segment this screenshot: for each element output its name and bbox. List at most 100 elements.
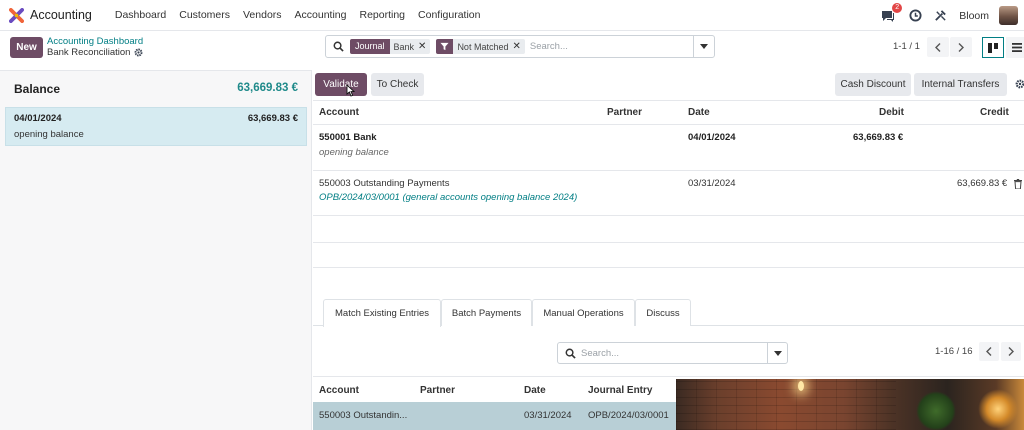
webcam-lamp [798, 381, 804, 391]
gear-icon[interactable] [134, 48, 143, 57]
new-button[interactable]: New [10, 37, 43, 58]
statement-line-label: opening balance [14, 129, 84, 140]
match-search-input[interactable] [581, 347, 751, 359]
top-navbar: Accounting Dashboard Customers Vendors A… [0, 0, 1024, 31]
facet-journal-value: Bank [393, 41, 415, 52]
match-pager-previous-button[interactable] [979, 342, 999, 361]
statement-line-date: 04/01/2024 [14, 113, 62, 124]
filter-icon [436, 39, 454, 54]
webcam-brick-wall [676, 379, 896, 430]
kanban-view-button[interactable] [982, 37, 1004, 58]
caret-down-icon [700, 44, 708, 49]
match-row-account: 550003 Outstandin... [319, 410, 408, 421]
entry-account: 550001 Bank [319, 132, 377, 143]
app-name[interactable]: Accounting [30, 8, 92, 22]
tab-batch-payments[interactable]: Batch Payments [441, 299, 532, 326]
chevron-right-icon [1008, 347, 1014, 356]
balance-label: Balance [14, 82, 61, 96]
caret-down-icon [773, 350, 782, 356]
breadcrumb-current-label: Bank Reconciliation [47, 47, 131, 58]
facet-journal-tag: Journal [350, 39, 390, 54]
chevron-left-icon [935, 42, 941, 52]
validate-button[interactable]: Validate [315, 73, 367, 96]
entry-credit: 63,669.83 € [957, 178, 1008, 189]
match-pager-value[interactable]: 1-16 / 16 [935, 346, 973, 357]
column-date: Date [524, 385, 546, 396]
column-partner: Partner [607, 107, 643, 118]
statement-line-amount: 63,669.83 € [247, 113, 298, 124]
column-account: Account [319, 107, 359, 118]
match-search-options-toggle[interactable] [767, 343, 787, 363]
list-view-button[interactable] [1006, 37, 1024, 58]
search-input[interactable] [529, 41, 680, 52]
trash-icon[interactable] [1014, 179, 1022, 189]
statement-line-card[interactable]: 04/01/2024 63,669.83 € opening balance [5, 107, 307, 146]
chevron-right-icon [958, 42, 964, 52]
facet-journal: Journal Bank ✕ [350, 39, 431, 54]
breadcrumb-parent[interactable]: Accounting Dashboard [47, 36, 143, 47]
balance-header: Balance 63,669.83 € [0, 70, 312, 104]
main-menu: Dashboard Customers Vendors Accounting R… [102, 9, 481, 21]
entry-label-link[interactable]: OPB/2024/03/0001 (general accounts openi… [319, 192, 577, 203]
entry-debit: 63,669.83 € [853, 132, 904, 143]
column-journal-entry: Journal Entry [588, 385, 653, 396]
search-icon [565, 348, 576, 359]
pager-previous-button[interactable] [927, 37, 949, 57]
match-search-bar [557, 342, 788, 364]
empty-row [313, 216, 1024, 243]
chevron-left-icon [986, 347, 992, 356]
webcam-plant [916, 391, 956, 430]
pager-value[interactable]: 1-1 / 1 [893, 41, 920, 52]
webcam-overlay [676, 379, 1024, 430]
breadcrumb-current: Bank Reconciliation [47, 47, 143, 58]
entry-date: 03/31/2024 [688, 178, 736, 189]
column-date: Date [688, 107, 710, 118]
messaging-menu[interactable]: 2 [881, 2, 903, 23]
tab-manual-operations[interactable]: Manual Operations [532, 299, 635, 326]
kanban-icon [988, 42, 998, 53]
menu-reporting[interactable]: Reporting [359, 9, 405, 21]
entry-account: 550003 Outstanding Payments [319, 178, 450, 189]
company-switcher[interactable]: Bloom [959, 10, 989, 22]
balance-amount: 63,669.83 € [237, 82, 298, 94]
accounting-app-icon[interactable] [9, 7, 24, 23]
facet-filter-remove-icon[interactable]: ✕ [512, 41, 524, 52]
match-row-date: 03/31/2024 [524, 410, 572, 421]
entry-label: opening balance [319, 147, 389, 158]
user-avatar[interactable] [999, 6, 1018, 25]
column-account: Account [319, 385, 359, 396]
facet-journal-remove-icon[interactable]: ✕ [418, 41, 430, 52]
search-options-toggle[interactable] [693, 36, 714, 57]
tab-match-existing-entries[interactable]: Match Existing Entries [323, 299, 441, 327]
reconcile-tabs: Match Existing Entries Batch Payments Ma… [313, 299, 1024, 327]
clock-activity-icon[interactable] [909, 9, 922, 22]
entry-row-bank[interactable]: 550001 Bank opening balance 04/01/2024 6… [313, 125, 1024, 171]
debug-tools-icon[interactable] [934, 9, 947, 22]
column-debit: Debit [879, 107, 904, 118]
column-partner: Partner [420, 385, 456, 396]
menu-customers[interactable]: Customers [179, 9, 230, 21]
menu-accounting[interactable]: Accounting [295, 9, 347, 21]
pager-next-button[interactable] [950, 37, 972, 57]
list-icon [1012, 43, 1022, 52]
webcam-light-glow [978, 389, 1018, 429]
cash-discount-button[interactable]: Cash Discount [835, 73, 911, 96]
settings-gear-icon[interactable] [1015, 79, 1024, 89]
menu-vendors[interactable]: Vendors [243, 9, 282, 21]
facet-filter: Not Matched ✕ [436, 39, 525, 54]
entry-row-outstanding[interactable]: 550003 Outstanding Payments OPB/2024/03/… [313, 171, 1024, 216]
column-credit: Credit [980, 107, 1009, 118]
empty-row [313, 243, 1024, 268]
menu-dashboard[interactable]: Dashboard [115, 9, 166, 21]
tab-discuss[interactable]: Discuss [635, 299, 691, 326]
search-icon [333, 41, 344, 52]
to-check-button[interactable]: To Check [371, 73, 424, 96]
entry-date: 04/01/2024 [688, 132, 736, 143]
match-pager-next-button[interactable] [1001, 342, 1021, 361]
menu-configuration[interactable]: Configuration [418, 9, 480, 21]
entries-header-row: Account Partner Date Debit Credit [313, 100, 1024, 125]
match-row-journal-entry: OPB/2024/03/0001 [588, 410, 669, 421]
internal-transfers-button[interactable]: Internal Transfers [914, 73, 1007, 96]
facet-filter-value: Not Matched [457, 41, 509, 52]
navbar-systray: 2 Bloom [881, 0, 1024, 31]
